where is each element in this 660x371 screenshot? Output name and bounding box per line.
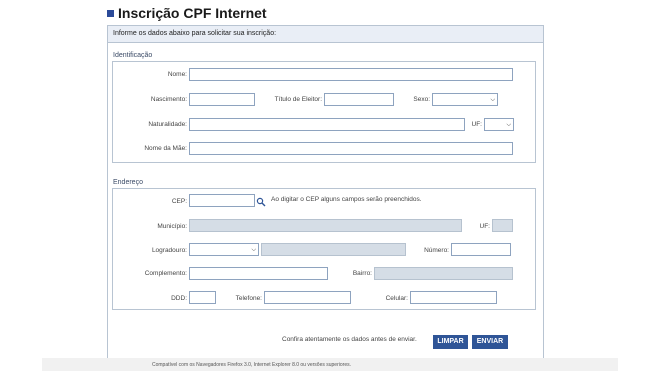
telefone-input[interactable]	[264, 291, 351, 304]
nome-mae-label: Nome da Mãe:	[144, 145, 187, 152]
limpar-button[interactable]: LIMPAR	[433, 335, 468, 349]
title-bullet-icon	[107, 9, 114, 17]
endereco-uf-input	[492, 219, 513, 232]
naturalidade-input[interactable]	[189, 118, 465, 131]
uf-label: UF:	[471, 121, 482, 128]
logradouro-label: Logradouro:	[151, 247, 187, 254]
cep-input[interactable]	[189, 194, 255, 207]
identificacao-legend: Identificação	[113, 52, 153, 59]
celular-label: Celular:	[385, 295, 408, 302]
telefone-label: Telefone:	[235, 295, 262, 302]
nascimento-label: Nascimento:	[150, 96, 187, 103]
complemento-label: Complemento:	[144, 270, 187, 277]
nome-label: Nome:	[167, 71, 187, 78]
instructions-bar: Informe os dados abaixo para solicitar s…	[108, 26, 543, 43]
chevron-down-icon: ⌵	[506, 122, 511, 128]
nascimento-input[interactable]	[189, 93, 255, 106]
logradouro-input	[261, 243, 406, 256]
enviar-button[interactable]: ENVIAR	[472, 335, 508, 349]
bairro-label: Bairro:	[352, 270, 372, 277]
sexo-label: Sexo:	[413, 96, 430, 103]
numero-input[interactable]	[451, 243, 511, 256]
sexo-select[interactable]: ⌵	[432, 93, 498, 106]
nome-input[interactable]	[189, 68, 513, 81]
magnifier-icon[interactable]	[256, 194, 266, 207]
complemento-input[interactable]	[189, 267, 328, 280]
naturalidade-label: Naturalidade:	[148, 121, 187, 128]
page-title: Inscrição CPF Internet	[118, 5, 267, 21]
endereco-uf-label: UF:	[479, 223, 490, 230]
numero-label: Número:	[424, 247, 449, 254]
uf-select[interactable]: ⌵	[484, 118, 514, 131]
celular-input[interactable]	[410, 291, 497, 304]
municipio-input	[189, 219, 462, 232]
page-title-block: Inscrição CPF Internet	[107, 4, 267, 22]
ddd-label: DDD:	[171, 295, 187, 302]
endereco-legend: Endereço	[113, 179, 143, 186]
nome-mae-input[interactable]	[189, 142, 513, 155]
cep-label: CEP:	[171, 198, 187, 205]
titulo-eleitor-label: Título de Eleitor:	[274, 96, 322, 103]
ddd-input[interactable]	[189, 291, 216, 304]
titulo-eleitor-input[interactable]	[324, 93, 394, 106]
cep-hint: Ao digitar o CEP alguns campos serão pre…	[271, 196, 422, 203]
bairro-input	[374, 267, 513, 280]
chevron-down-icon: ⌵	[251, 247, 256, 253]
confirm-note: Confira atentamente os dados antes de en…	[282, 336, 417, 343]
compat-note: Compatível com os Navegadores Firefox 3.…	[152, 362, 351, 368]
municipio-label: Município:	[157, 223, 187, 230]
chevron-down-icon: ⌵	[490, 97, 495, 103]
logradouro-type-select[interactable]: ⌵	[189, 243, 259, 256]
